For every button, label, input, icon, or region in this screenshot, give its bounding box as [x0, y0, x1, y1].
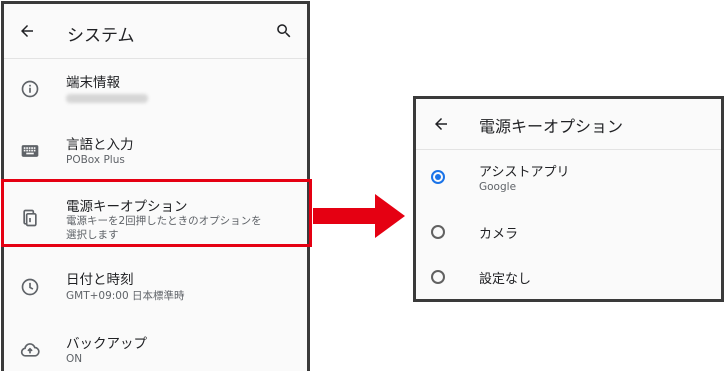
settings-screen: システム 端末情報 言語と入力 POBox Plus 電源キーオプション 電源キ… — [1, 1, 310, 371]
phone-number-redacted — [66, 93, 148, 107]
settings-item-subtitle: GMT+09:00 日本標準時 — [66, 290, 185, 302]
power-key-option-screen: 電源キーオプション アシストアプリ Google カメラ 設定なし — [413, 96, 724, 302]
option-none[interactable]: 設定なし — [416, 255, 721, 299]
settings-item-subtitle-line1: 電源キーを2回押したときのオプションを — [66, 215, 262, 227]
back-arrow-icon[interactable] — [432, 115, 450, 133]
clock-icon — [21, 278, 39, 296]
settings-item-subtitle-line2: 選択します — [66, 229, 119, 241]
settings-item-power-key-option[interactable]: 電源キーオプション 電源キーを2回押したときのオプションを 選択します — [4, 186, 307, 250]
page-title: システム — [67, 26, 135, 46]
power-key-icon — [23, 209, 37, 227]
option-assist-app[interactable]: アシストアプリ Google — [416, 154, 721, 198]
settings-item-title: バックアップ — [66, 336, 147, 352]
search-icon[interactable] — [275, 22, 293, 40]
page-title: 電源キーオプション — [479, 117, 624, 136]
right-arrow-icon — [313, 194, 405, 238]
settings-item-title: 電源キーオプション — [66, 199, 188, 215]
settings-item-device-info[interactable]: 端末情報 — [4, 59, 307, 121]
option-label: カメラ — [479, 227, 519, 242]
radio-unselected[interactable] — [431, 225, 445, 239]
option-sublabel: Google — [479, 181, 517, 193]
settings-item-language-input[interactable]: 言語と入力 POBox Plus — [4, 121, 307, 183]
settings-item-date-time[interactable]: 日付と時刻 GMT+09:00 日本標準時 — [4, 255, 307, 317]
option-camera[interactable]: カメラ — [416, 210, 721, 254]
settings-item-title: 端末情報 — [66, 75, 120, 91]
radio-unselected[interactable] — [431, 270, 445, 284]
app-bar: システム — [4, 4, 307, 59]
radio-selected[interactable] — [431, 170, 445, 184]
app-bar: 電源キーオプション — [416, 99, 721, 150]
settings-item-subtitle: ON — [66, 353, 83, 365]
settings-item-title: 日付と時刻 — [66, 272, 134, 288]
cloud-backup-icon — [20, 343, 40, 357]
back-arrow-icon[interactable] — [18, 22, 36, 40]
keyboard-icon — [21, 145, 39, 157]
settings-item-backup[interactable]: バックアップ ON — [4, 320, 307, 371]
option-label: 設定なし — [479, 272, 532, 287]
settings-item-subtitle: POBox Plus — [66, 154, 125, 166]
option-label: アシストアプリ — [479, 165, 570, 180]
info-icon — [21, 80, 39, 98]
settings-item-title: 言語と入力 — [66, 137, 134, 153]
